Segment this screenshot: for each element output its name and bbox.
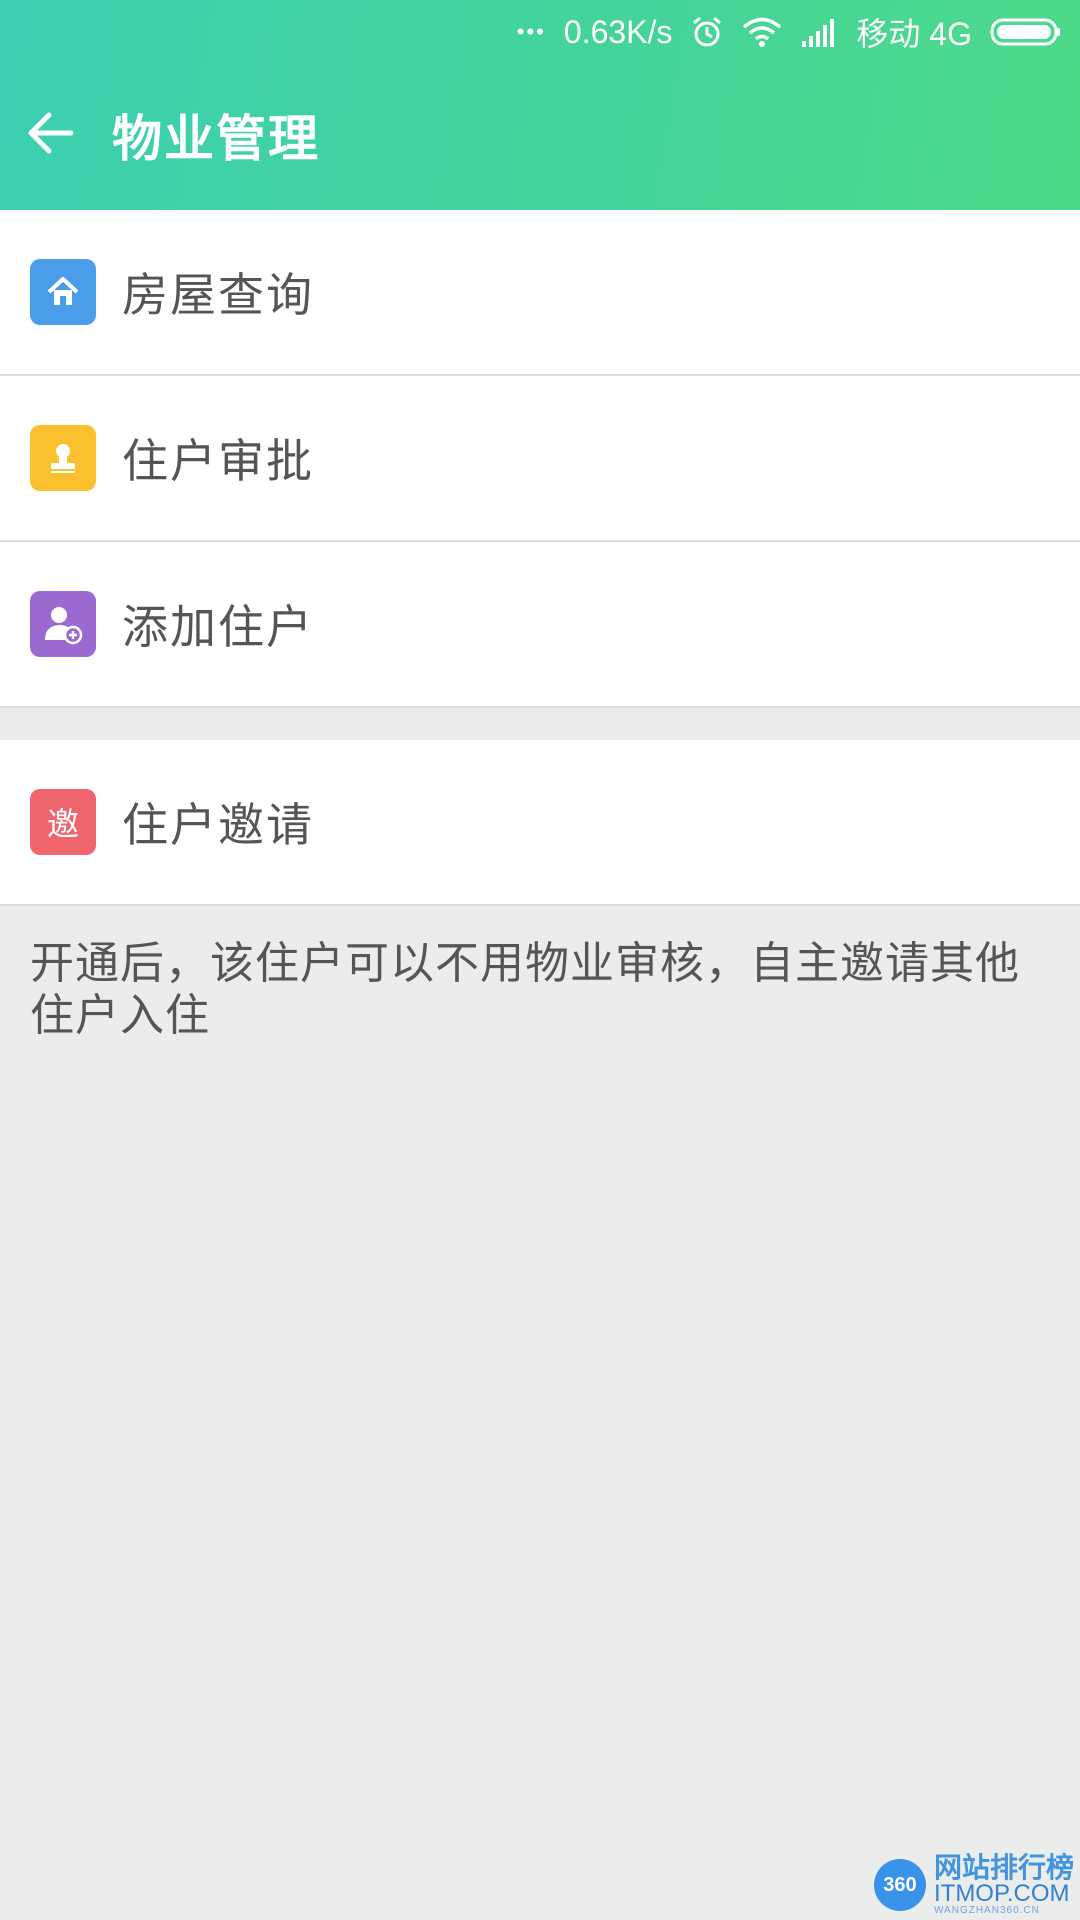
invite-icon: 邀 xyxy=(30,789,96,855)
watermark-sub: ITMOP.COM xyxy=(933,1880,1070,1907)
menu-item-house-query[interactable]: 房屋查询 xyxy=(0,210,1080,376)
title-bar: 物业管理 xyxy=(0,80,1080,190)
back-button[interactable] xyxy=(0,80,106,190)
signal-icon xyxy=(800,17,838,47)
menu-label: 添加住户 xyxy=(122,600,314,654)
network-speed: 0.63K/s xyxy=(563,13,673,50)
menu-group-invite: 邀 住户邀请 xyxy=(0,740,1080,906)
invite-icon-text: 邀 xyxy=(46,805,79,843)
watermark-main: 网站排行榜 xyxy=(933,1851,1074,1884)
stamp-icon xyxy=(30,425,96,491)
status-bar: ••• 0.63K/s 移动 4G xyxy=(517,8,1062,56)
watermark-tiny: WANGZHAN360.CN xyxy=(933,1905,1040,1916)
menu-group-property: 房屋查询 住户审批 添加住户 xyxy=(0,210,1080,708)
more-dots-icon: ••• xyxy=(516,19,546,44)
add-person-icon xyxy=(30,591,96,657)
wifi-icon xyxy=(742,16,782,48)
menu-item-add-resident[interactable]: 添加住户 xyxy=(0,542,1080,708)
invite-description: 开通后，该住户可以不用物业审核，自主邀请其他住户入住 xyxy=(30,938,1020,1041)
battery-icon xyxy=(990,17,1062,47)
menu-item-resident-approval[interactable]: 住户审批 xyxy=(0,376,1080,542)
alarm-icon xyxy=(690,15,724,49)
menu-label: 住户审批 xyxy=(122,434,314,488)
arrow-left-icon xyxy=(27,109,75,161)
watermark-text: 网站排行榜 ITMOP.COM WANGZHAN360.CN xyxy=(934,1854,1074,1916)
menu-label: 住户邀请 xyxy=(122,798,314,852)
house-icon xyxy=(30,259,96,325)
menu-item-resident-invite[interactable]: 邀 住户邀请 xyxy=(0,740,1080,906)
watermark-logo: 360 xyxy=(873,1859,926,1911)
carrier-label: 移动 4G xyxy=(856,16,972,52)
watermark: 360 网站排行榜 ITMOP.COM WANGZHAN360.CN xyxy=(873,1854,1074,1916)
app-header: ••• 0.63K/s 移动 4G 物业管理 xyxy=(0,0,1080,210)
menu-label: 房屋查询 xyxy=(122,268,314,322)
page-title: 物业管理 xyxy=(112,110,320,168)
